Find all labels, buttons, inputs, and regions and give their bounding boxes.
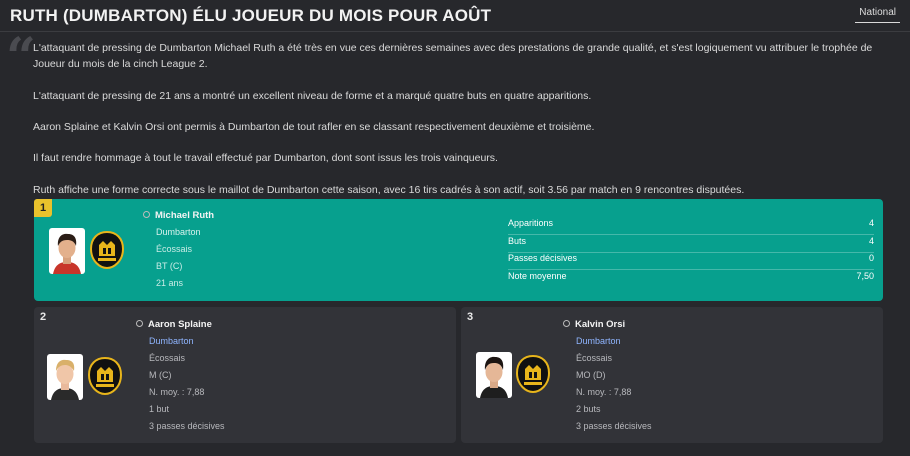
player-name-text[interactable]: Kalvin Orsi — [575, 319, 625, 330]
player-name-text[interactable]: Aaron Splaine — [148, 319, 212, 330]
player-photo[interactable] — [476, 352, 512, 398]
player-assists: 3 passes décisives — [149, 421, 225, 431]
player-photo[interactable] — [47, 354, 83, 400]
player-goals: 1 but — [149, 404, 170, 414]
player-name-text[interactable]: Michael Ruth — [155, 210, 214, 221]
runner-up-card: 3 Kalvin Orsi Dumbarton Écossais MO (D) … — [461, 307, 883, 443]
player-rating: N. moy. : 7,88 — [149, 387, 205, 397]
rank-number: 2 — [40, 311, 47, 323]
stat-label: Note moyenne — [508, 271, 567, 281]
stat-value: 7,50 — [856, 271, 874, 281]
player-club-link[interactable]: Dumbarton — [156, 227, 201, 237]
player-age: 21 ans — [156, 278, 184, 288]
stat-value: 4 — [868, 236, 874, 246]
player-name[interactable]: Michael Ruth — [143, 210, 214, 221]
dumbarton-crest-icon[interactable] — [87, 356, 123, 396]
header-divider — [0, 31, 910, 32]
person-icon — [136, 320, 143, 327]
rank-badge: 1 — [34, 199, 52, 217]
dumbarton-crest-icon[interactable] — [89, 230, 125, 270]
article-paragraph: Il faut rendre hommage à tout le travail… — [33, 152, 498, 164]
rank-number: 3 — [467, 311, 474, 323]
article-paragraph: Aaron Splaine et Kalvin Orsi ont permis … — [33, 121, 595, 133]
stat-row-goals: Buts 4 — [508, 236, 874, 253]
category-tag-national[interactable]: National — [855, 7, 900, 23]
stat-value: 4 — [868, 218, 874, 228]
person-icon — [143, 211, 150, 218]
stat-label: Apparitions — [508, 218, 554, 228]
player-goals: 2 buts — [576, 404, 601, 414]
stat-row-assists: Passes décisives 0 — [508, 253, 874, 270]
player-photo[interactable] — [49, 228, 85, 274]
stat-value: 0 — [868, 253, 874, 263]
runner-up-card: 2 Aaron Splaine Dumbarton Écossais M (C)… — [34, 307, 456, 443]
quote-mark-icon: “ — [6, 27, 36, 88]
dumbarton-crest-icon[interactable] — [515, 354, 551, 394]
winner-card: 1 Michael Ruth Dumbarton Écossais BT (C)… — [34, 199, 883, 301]
person-icon — [563, 320, 570, 327]
stat-row-rating: Note moyenne 7,50 — [508, 271, 874, 288]
article-paragraph: Ruth affiche une forme correcte sous le … — [33, 184, 745, 196]
player-club-link[interactable]: Dumbarton — [149, 336, 194, 346]
player-nationality: Écossais — [149, 353, 186, 363]
player-name[interactable]: Aaron Splaine — [136, 319, 212, 330]
article-paragraph: L'attaquant de pressing de Dumbarton Mic… — [33, 42, 873, 70]
player-nationality: Écossais — [576, 353, 613, 363]
player-position: BT (C) — [156, 261, 183, 271]
player-position: MO (D) — [576, 370, 606, 380]
page-title: RUTH (DUMBARTON) ÉLU JOUEUR DU MOIS POUR… — [10, 6, 492, 25]
player-club-link[interactable]: Dumbarton — [576, 336, 621, 346]
player-rating: N. moy. : 7,88 — [576, 387, 632, 397]
player-nationality: Écossais — [156, 244, 193, 254]
stat-row-apps: Apparitions 4 — [508, 218, 874, 235]
player-name[interactable]: Kalvin Orsi — [563, 319, 625, 330]
stat-label: Buts — [508, 236, 527, 246]
player-assists: 3 passes décisives — [576, 421, 652, 431]
article-paragraph: L'attaquant de pressing de 21 ans a mont… — [33, 90, 592, 102]
stat-label: Passes décisives — [508, 253, 578, 263]
player-position: M (C) — [149, 370, 172, 380]
